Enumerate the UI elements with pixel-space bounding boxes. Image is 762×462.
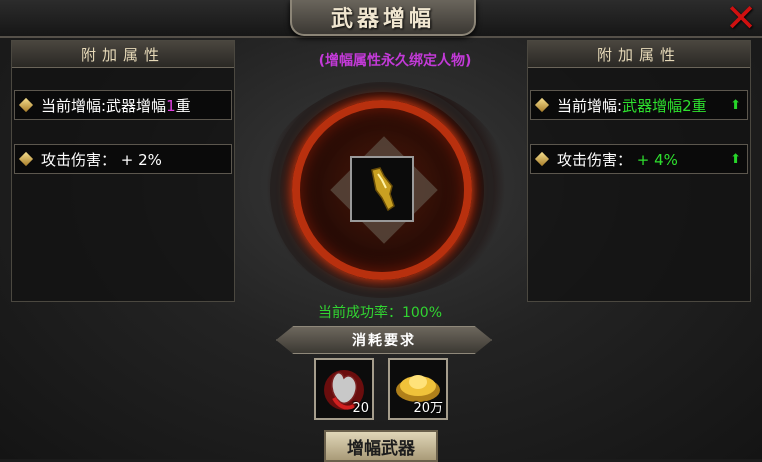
next-attack-damage-text: 攻击伤害： + 4% — [557, 150, 678, 169]
weapon-slot[interactable] — [350, 156, 414, 222]
panel-header: 附加属性 — [12, 41, 234, 68]
success-rate: 当前成功率：100% — [317, 305, 443, 321]
up-arrow-icon: ⬆ — [730, 97, 741, 113]
cost-count: 20 — [352, 401, 369, 416]
diamond-bullet-icon — [18, 151, 34, 167]
enhance-weapon-label: 增幅武器 — [347, 438, 415, 459]
title-plate: 武器增幅 — [290, 0, 476, 36]
next-attack-damage-row: 攻击伤害： + 4% ⬆ — [530, 144, 748, 174]
bind-note: (增幅属性永久绑定人物) — [318, 53, 472, 69]
close-button[interactable]: ✕ — [720, 0, 762, 40]
window-title: 武器增幅 — [330, 6, 435, 32]
up-arrow-icon: ⬆ — [730, 151, 741, 167]
current-attributes-panel: 附加属性 当前增幅:武器增幅1重 攻击伤害： + 2% — [11, 40, 235, 302]
next-enhance-row: 当前增幅:武器增幅2重 ⬆ — [530, 90, 748, 120]
current-enhance-row: 当前增幅:武器增幅1重 — [14, 90, 232, 120]
next-attributes-panel: 附加属性 当前增幅:武器增幅2重 ⬆ 攻击伤害： + 4% ⬆ — [527, 40, 751, 302]
cost-requirement-header: 消耗要求 — [276, 326, 492, 354]
diamond-bullet-icon — [18, 97, 34, 113]
cost-title: 消耗要求 — [352, 333, 416, 349]
diamond-bullet-icon — [534, 151, 550, 167]
attack-damage-row: 攻击伤害： + 2% — [14, 144, 232, 174]
panel-title: 附加属性 — [80, 45, 165, 64]
cost-count: 20万 — [413, 401, 443, 416]
cost-slot-gold[interactable]: 20万 — [388, 358, 448, 420]
attack-damage-text: 攻击伤害： + 2% — [41, 150, 162, 169]
current-enhance-text: 当前增幅:武器增幅1重 — [41, 96, 191, 115]
panel-header: 附加属性 — [528, 41, 750, 68]
weapon-icon — [371, 167, 395, 212]
panel-title: 附加属性 — [596, 45, 681, 64]
close-x-icon: ✕ — [725, 0, 757, 40]
next-enhance-text: 当前增幅:武器增幅2重 — [557, 96, 707, 115]
diamond-bullet-icon — [534, 97, 550, 113]
enhance-weapon-button[interactable]: 增幅武器 — [324, 430, 438, 462]
cost-slot-heart[interactable]: 20 — [314, 358, 374, 420]
